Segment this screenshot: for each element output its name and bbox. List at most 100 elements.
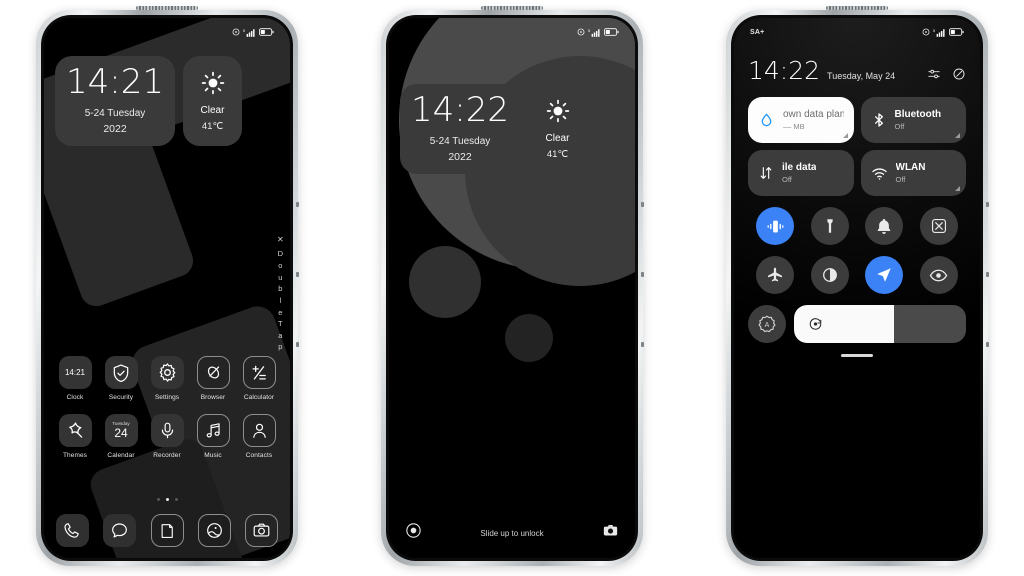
svg-text:5: 5 — [588, 28, 590, 32]
signal-icon: 5 — [243, 28, 255, 37]
themes-star-icon — [58, 414, 92, 447]
side-button[interactable] — [641, 202, 644, 207]
shield-check-icon — [104, 356, 138, 389]
weather-temperature: 41℃ — [546, 149, 569, 160]
side-button[interactable] — [986, 202, 989, 207]
earpiece-speaker — [826, 6, 888, 10]
app-calendar[interactable]: Tuesday 24 Calendar — [100, 414, 142, 459]
toggle-vibrate[interactable] — [756, 207, 795, 245]
app-contacts[interactable]: Contacts — [238, 414, 280, 459]
weather-widget[interactable]: Clear 41℃ — [528, 84, 587, 174]
fingerprint-ring-icon[interactable] — [405, 522, 422, 544]
battery-icon — [259, 28, 274, 36]
side-button[interactable] — [296, 272, 299, 277]
side-button[interactable] — [641, 272, 644, 277]
data-drop-icon — [758, 112, 775, 129]
app-recorder[interactable]: Recorder — [146, 414, 188, 459]
tile-wlan[interactable]: WLAN Off — [860, 150, 966, 196]
signal-icon: 5 — [933, 28, 945, 37]
alarm-icon — [232, 28, 240, 36]
settings-sliders-icon[interactable] — [927, 67, 941, 81]
camera-icon[interactable] — [602, 522, 619, 544]
tile-resize-handle[interactable] — [955, 186, 960, 191]
phone-lock-screen: 5 14:22 5-24 Tuesday 2022 Clear 41℃ Slid… — [381, 6, 644, 566]
svg-text:5: 5 — [933, 28, 935, 32]
weather-widget[interactable]: Clear 41℃ — [183, 56, 242, 146]
toggle-location[interactable] — [865, 256, 904, 294]
status-bar: SA+ 5 — [734, 18, 980, 46]
sun-icon — [201, 71, 224, 95]
toggle-dark-mode[interactable] — [810, 256, 849, 294]
bluetooth-icon — [871, 112, 887, 128]
drag-handle[interactable] — [841, 354, 873, 357]
svg-text:A: A — [765, 322, 770, 329]
power-edit-icon[interactable] — [952, 67, 966, 81]
tile-subtitle: –– MB — [783, 122, 805, 131]
battery-icon — [604, 28, 619, 36]
quick-setting-tiles: own data plan –– MB Bluetooth Off ile da… — [748, 97, 966, 196]
clock-widget-year: 2022 — [448, 151, 472, 163]
three-phone-showcase: 5 14:21 5-24 Tuesday 2022 Clear 41℃ ✕ D … — [0, 0, 1024, 576]
side-button[interactable] — [986, 272, 989, 277]
app-themes[interactable]: Themes — [54, 414, 96, 459]
clock-widget[interactable]: 14:22 5-24 Tuesday 2022 — [400, 84, 520, 174]
status-bar: 5 — [44, 18, 290, 46]
page-dot[interactable] — [156, 498, 160, 501]
side-button[interactable] — [296, 342, 299, 347]
lock-screen-bottom-bar: Slide up to unlock — [389, 522, 635, 544]
unlock-hint: Slide up to unlock — [480, 528, 544, 538]
calculator-icon — [242, 356, 276, 389]
camera-icon[interactable] — [245, 514, 278, 547]
chat-bubble-icon[interactable] — [103, 514, 137, 547]
weather-temperature: 41℃ — [201, 121, 224, 132]
sun-icon — [546, 99, 569, 123]
auto-brightness-icon[interactable]: A — [748, 305, 786, 343]
page-dot-active[interactable] — [165, 498, 169, 501]
page-dot[interactable] — [174, 498, 178, 501]
notes-icon[interactable] — [150, 514, 184, 547]
toggle-airplane-mode[interactable] — [756, 256, 795, 294]
carrier-label: SA+ — [750, 28, 765, 36]
toggle-screenshot[interactable] — [919, 207, 958, 245]
dock — [44, 514, 290, 547]
control-center-time: 14:22 — [748, 56, 821, 85]
tile-bluetooth[interactable]: Bluetooth Off — [860, 97, 966, 143]
tile-resize-handle[interactable] — [955, 133, 960, 138]
control-center-screen: SA+ 5 14:22 Tuesday, May 24 own data pla… — [734, 18, 980, 558]
weather-condition: Clear — [545, 133, 570, 144]
app-music[interactable]: Music — [192, 414, 234, 459]
toggle-flashlight[interactable] — [810, 207, 849, 245]
app-clock[interactable]: 14:21 Clock — [54, 356, 96, 401]
alarm-icon — [577, 28, 585, 36]
tile-title: WLAN — [895, 162, 926, 173]
tile-subtitle: Off — [782, 175, 792, 184]
tile-resize-handle[interactable] — [842, 133, 848, 138]
app-security[interactable]: Security — [100, 356, 142, 401]
alarm-icon — [922, 28, 930, 36]
clock-widget[interactable]: 14:21 5-24 Tuesday 2022 — [55, 56, 175, 146]
phone-icon[interactable] — [56, 514, 89, 547]
app-row-2: Themes Tuesday 24 Calendar Recorder Musi… — [54, 414, 280, 459]
close-icon[interactable]: ✕ — [277, 234, 284, 246]
side-button[interactable] — [641, 342, 644, 347]
person-icon — [242, 414, 276, 447]
brightness-slider[interactable] — [794, 305, 966, 343]
lock-widgets: 14:22 5-24 Tuesday 2022 Clear 41℃ — [400, 84, 587, 174]
app-calculator[interactable]: Calculator — [238, 356, 280, 401]
app-grid: 14:21 Clock Security Settings Browser Ca… — [44, 356, 290, 459]
tile-title: Bluetooth — [894, 109, 942, 120]
page-indicator — [44, 498, 290, 501]
brightness-row: A — [748, 305, 966, 343]
earpiece-speaker — [481, 6, 543, 10]
app-settings[interactable]: Settings — [146, 356, 188, 401]
app-browser[interactable]: Browser — [192, 356, 234, 401]
status-bar: 5 — [389, 18, 635, 46]
earpiece-speaker — [136, 6, 198, 10]
side-button[interactable] — [986, 342, 989, 347]
side-button[interactable] — [296, 202, 299, 207]
toggle-ringer[interactable] — [865, 207, 904, 245]
gallery-icon[interactable] — [197, 514, 231, 547]
tile-mobile-data[interactable]: ile data Off — [748, 150, 854, 196]
toggle-eye-care[interactable] — [919, 256, 958, 294]
tile-data-plan[interactable]: own data plan –– MB — [748, 97, 854, 143]
